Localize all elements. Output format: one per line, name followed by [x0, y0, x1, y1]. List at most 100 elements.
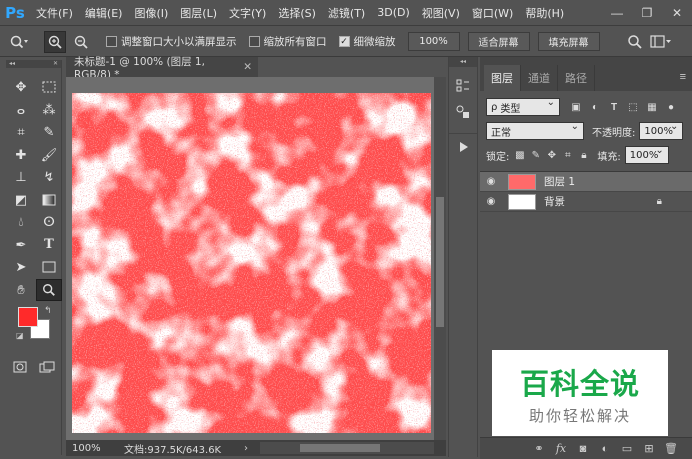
- healing-brush-tool-icon[interactable]: ✚: [8, 144, 34, 167]
- actions-play-icon[interactable]: [449, 133, 477, 159]
- resize-windows-checkbox[interactable]: [106, 36, 117, 47]
- layer-style-icon[interactable]: fx: [550, 442, 572, 455]
- properties-panel-icon[interactable]: [449, 99, 477, 125]
- status-menu-arrow-icon[interactable]: ›: [244, 443, 260, 454]
- document-tab[interactable]: 未标题-1 @ 100% (图层 1, RGB/8) * ✕: [66, 56, 258, 81]
- zoom-100-button[interactable]: 100%: [407, 32, 460, 51]
- quick-mask-icon[interactable]: [8, 357, 32, 377]
- menu-type[interactable]: 文字(Y): [223, 5, 272, 21]
- photoshop-logo[interactable]: Ps: [0, 0, 30, 26]
- lock-artboard-icon[interactable]: ⌗: [561, 148, 574, 163]
- filter-toggle-icon[interactable]: ●: [663, 99, 679, 115]
- hand-tool-icon[interactable]: ✋︎: [8, 279, 34, 302]
- new-group-icon[interactable]: ▭: [616, 442, 638, 455]
- move-tool-icon[interactable]: ✥: [8, 76, 34, 99]
- zoom-tool-preset-icon[interactable]: [8, 31, 30, 53]
- menu-3d[interactable]: 3D(D): [371, 6, 416, 19]
- history-brush-tool-icon[interactable]: ↯: [36, 166, 62, 189]
- lock-transparent-icon[interactable]: ▩: [513, 148, 526, 163]
- eyedropper-tool-icon[interactable]: ✎: [36, 121, 62, 144]
- menu-file[interactable]: 文件(F): [30, 5, 79, 21]
- swap-colors-icon[interactable]: ↰: [44, 305, 52, 316]
- image-canvas[interactable]: [72, 93, 431, 433]
- type-tool-icon[interactable]: T: [36, 234, 62, 257]
- minimize-icon[interactable]: —: [602, 0, 632, 26]
- close-icon[interactable]: ✕: [662, 0, 692, 26]
- add-mask-icon[interactable]: ◙: [572, 443, 594, 455]
- menu-layer[interactable]: 图层(L): [174, 5, 223, 21]
- menu-view[interactable]: 视图(V): [416, 5, 466, 21]
- status-zoom[interactable]: 100%: [66, 443, 104, 454]
- vertical-scrollbar[interactable]: [434, 77, 446, 440]
- horizontal-scrollbar[interactable]: [260, 442, 434, 454]
- visibility-eye-icon[interactable]: ◉: [480, 176, 502, 187]
- filter-pixel-icon[interactable]: ▣: [568, 99, 584, 115]
- lasso-tool-icon[interactable]: ⴰ: [8, 99, 34, 122]
- gradient-tool-icon[interactable]: [36, 189, 62, 212]
- layer-filter-dropdown[interactable]: ρ 类型: [486, 97, 560, 116]
- brush-tool-icon[interactable]: 🖌︎: [36, 144, 62, 167]
- menu-edit[interactable]: 编辑(E): [79, 5, 129, 21]
- menu-select[interactable]: 选择(S): [272, 5, 322, 21]
- lock-position-icon[interactable]: ✥: [545, 148, 558, 163]
- new-layer-icon[interactable]: ⊞: [638, 442, 660, 455]
- workspace-icon[interactable]: [649, 31, 672, 53]
- menu-filter[interactable]: 滤镜(T): [322, 5, 371, 21]
- lock-all-icon[interactable]: 🔒︎: [577, 148, 590, 163]
- strip-header[interactable]: ◂◂: [449, 57, 477, 67]
- zoom-tool-icon[interactable]: [36, 278, 62, 301]
- screen-mode-icon[interactable]: [35, 357, 59, 377]
- layer-row-background[interactable]: ◉ 背景 🔒︎: [480, 192, 692, 212]
- fit-screen-button[interactable]: 适合屏幕: [467, 32, 530, 51]
- menu-help[interactable]: 帮助(H): [519, 5, 570, 21]
- horizontal-scroll-thumb[interactable]: [300, 444, 380, 452]
- vertical-scroll-thumb[interactable]: [436, 197, 444, 327]
- menu-image[interactable]: 图像(I): [128, 5, 174, 21]
- filter-shape-icon[interactable]: ⬚: [625, 99, 641, 115]
- restore-icon[interactable]: ❐: [632, 0, 662, 26]
- blend-mode-dropdown[interactable]: 正常: [486, 121, 584, 140]
- magic-wand-tool-icon[interactable]: ⁂: [36, 99, 62, 122]
- foreground-color-swatch[interactable]: [18, 307, 38, 327]
- marquee-tool-icon[interactable]: [36, 76, 62, 99]
- close-document-icon[interactable]: ✕: [243, 61, 252, 73]
- history-panel-icon[interactable]: [449, 73, 477, 99]
- new-adjustment-layer-icon[interactable]: ◐: [594, 443, 616, 455]
- fill-screen-button[interactable]: 填充屏幕: [537, 32, 600, 51]
- link-layers-icon[interactable]: ⚭: [528, 442, 550, 455]
- dodge-tool-icon[interactable]: ⵙ: [36, 211, 62, 234]
- scrubby-zoom-option[interactable]: ✓ 细微缩放: [338, 34, 396, 49]
- delete-layer-icon[interactable]: 🗑︎: [660, 442, 682, 455]
- crop-tool-icon[interactable]: ⌗: [8, 121, 34, 144]
- blur-tool-icon[interactable]: 💧︎: [8, 211, 34, 234]
- default-colors-icon[interactable]: ◪: [16, 331, 24, 340]
- filter-type-icon[interactable]: T: [606, 99, 622, 115]
- menu-window[interactable]: 窗口(W): [466, 5, 519, 21]
- visibility-eye-icon[interactable]: ◉: [480, 196, 502, 207]
- zoom-all-checkbox[interactable]: [248, 36, 260, 47]
- pen-tool-icon[interactable]: ✒: [8, 234, 34, 257]
- toolbox-header[interactable]: ◂◂ ✕: [6, 60, 61, 68]
- path-selection-tool-icon[interactable]: ➤: [8, 256, 34, 279]
- rectangle-tool-icon[interactable]: [36, 256, 62, 279]
- clone-stamp-tool-icon[interactable]: ⊥: [8, 166, 34, 189]
- tab-channels[interactable]: 通道: [521, 65, 558, 91]
- filter-adjustment-icon[interactable]: ◐: [587, 99, 603, 115]
- opacity-input[interactable]: 100%: [639, 121, 684, 140]
- scrubby-zoom-checkbox[interactable]: ✓: [338, 36, 350, 47]
- layer-row-layer-1[interactable]: ◉ 图层 1: [480, 172, 692, 192]
- tab-layers[interactable]: 图层: [484, 65, 521, 91]
- filter-smart-object-icon[interactable]: ▦: [644, 99, 660, 115]
- zoom-in-icon[interactable]: [44, 30, 66, 53]
- lock-image-icon[interactable]: ✎: [529, 148, 542, 163]
- zoom-out-icon[interactable]: [70, 31, 92, 53]
- search-icon[interactable]: [624, 31, 646, 53]
- resize-windows-option[interactable]: 调整窗口大小以满屏显示: [106, 34, 237, 49]
- fill-input[interactable]: 100%: [624, 145, 669, 164]
- lock-fill-row: 锁定: ▩ ✎ ✥ ⌗ 🔒︎ 填充: 100%: [480, 143, 692, 167]
- zoom-all-option[interactable]: 缩放所有窗口: [248, 34, 327, 49]
- color-swatches: ↰ ◪: [6, 305, 61, 355]
- panel-menu-icon[interactable]: ≡: [680, 71, 686, 83]
- tab-paths[interactable]: 路径: [558, 65, 595, 91]
- eraser-tool-icon[interactable]: ◩: [8, 189, 34, 212]
